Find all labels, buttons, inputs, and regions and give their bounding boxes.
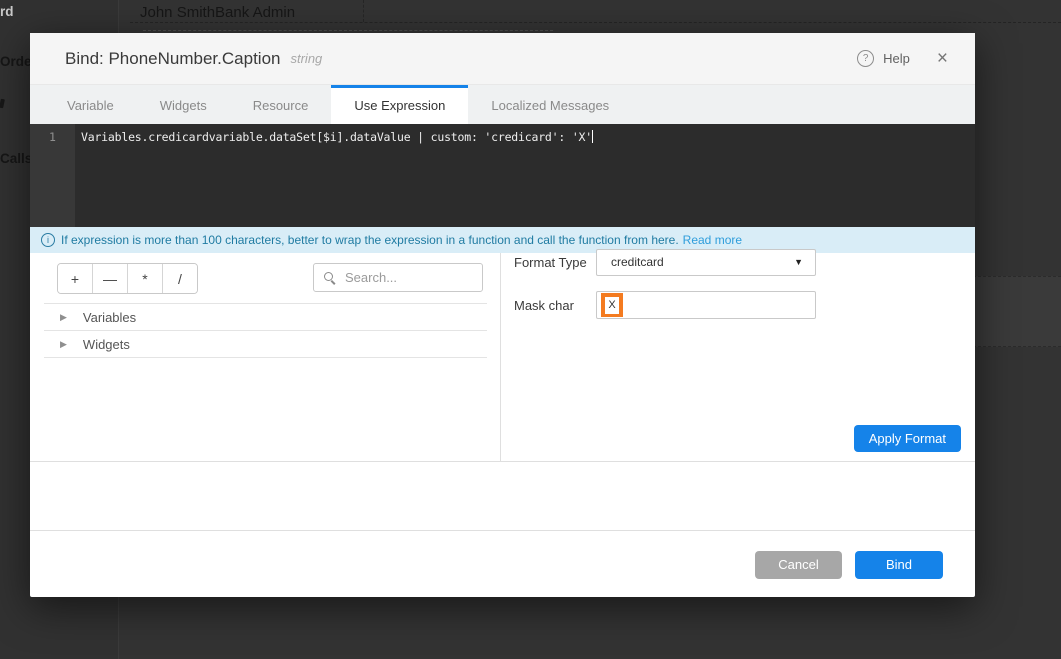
dialog-header: Bind: PhoneNumber.Caption string ? Help … (30, 33, 975, 85)
format-panel: Format Type creditcard ▼ Mask char X App… (500, 253, 975, 461)
divide-operator-button[interactable]: / (162, 264, 197, 293)
canvas-dashed-outline-top (130, 22, 1061, 23)
tree-node-label: Widgets (83, 337, 130, 352)
tree-node-widgets[interactable]: ▶ Widgets (44, 331, 487, 358)
close-icon[interactable]: × (937, 49, 948, 68)
dialog-header-actions: ? Help × (857, 33, 948, 84)
expression-editor[interactable]: 1 Variables.credicardvariable.dataSet[$i… (30, 124, 975, 227)
search-icon (324, 272, 336, 284)
dialog-content: + — * / ▶ Variables ▶ Widgets (30, 253, 975, 462)
bind-button[interactable]: Bind (855, 551, 943, 579)
tab-widgets[interactable]: Widgets (137, 85, 230, 124)
format-type-select[interactable]: creditcard ▼ (596, 249, 816, 276)
format-type-value: creditcard (611, 255, 794, 269)
canvas-dashed-outline-vertical (363, 0, 364, 22)
editor-line-number: 1 (49, 130, 56, 144)
bind-dialog: Bind: PhoneNumber.Caption string ? Help … (30, 33, 975, 597)
read-more-link[interactable]: Read more (683, 233, 742, 247)
format-type-label: Format Type (514, 255, 587, 270)
search-box (313, 263, 483, 292)
info-text: If expression is more than 100 character… (61, 233, 679, 247)
editor-cursor (592, 130, 593, 143)
background-page-title: John SmithBank Admin (140, 4, 295, 21)
expression-code: Variables.credicardvariable.dataSet[$i].… (81, 130, 592, 144)
mask-char-value: X (605, 297, 619, 314)
mask-char-input[interactable]: X (596, 291, 816, 319)
mask-char-highlight: X (601, 293, 623, 317)
tab-variable[interactable]: Variable (44, 85, 137, 124)
editor-gutter: 1 (30, 124, 75, 227)
dialog-type-hint: string (290, 51, 322, 66)
tab-resource[interactable]: Resource (230, 85, 332, 124)
tab-localized-messages[interactable]: Localized Messages (468, 85, 632, 124)
tree-node-variables[interactable]: ▶ Variables (44, 304, 487, 331)
dialog-footer: Cancel Bind (30, 530, 975, 598)
tab-use-expression[interactable]: Use Expression (331, 85, 468, 124)
operator-button-group: + — * / (57, 263, 198, 294)
search-input[interactable] (343, 269, 482, 286)
dialog-tabs: Variable Widgets Resource Use Expression… (30, 85, 975, 124)
help-button[interactable]: Help (883, 51, 910, 66)
canvas-dashed-outline-box (143, 30, 553, 31)
tree-node-label: Variables (83, 310, 136, 325)
info-icon: i (41, 233, 55, 247)
minus-operator-button[interactable]: — (92, 264, 127, 293)
editor-code-area[interactable]: Variables.credicardvariable.dataSet[$i].… (75, 124, 975, 227)
sidebar-item-calls-fragment: Calls (0, 151, 32, 166)
chevron-right-icon[interactable]: ▶ (60, 339, 67, 350)
dialog-title: Bind: PhoneNumber.Caption (65, 49, 280, 69)
dialog-spacer (30, 462, 975, 530)
multiply-operator-button[interactable]: * (127, 264, 162, 293)
chevron-down-icon: ▼ (794, 257, 803, 267)
binding-source-tree: ▶ Variables ▶ Widgets (44, 303, 487, 358)
plus-operator-button[interactable]: + (58, 264, 92, 293)
sidebar-fragment-mark (0, 99, 5, 109)
expression-builder-panel: + — * / ▶ Variables ▶ Widgets (30, 253, 500, 461)
chevron-right-icon[interactable]: ▶ (60, 312, 67, 323)
sidebar-item-dashboard-fragment: rd (0, 4, 14, 19)
expression-info-bar: i If expression is more than 100 charact… (30, 227, 975, 253)
help-icon[interactable]: ? (857, 50, 874, 67)
mask-char-label: Mask char (514, 298, 574, 313)
apply-format-button[interactable]: Apply Format (854, 425, 961, 452)
cancel-button[interactable]: Cancel (755, 551, 842, 579)
